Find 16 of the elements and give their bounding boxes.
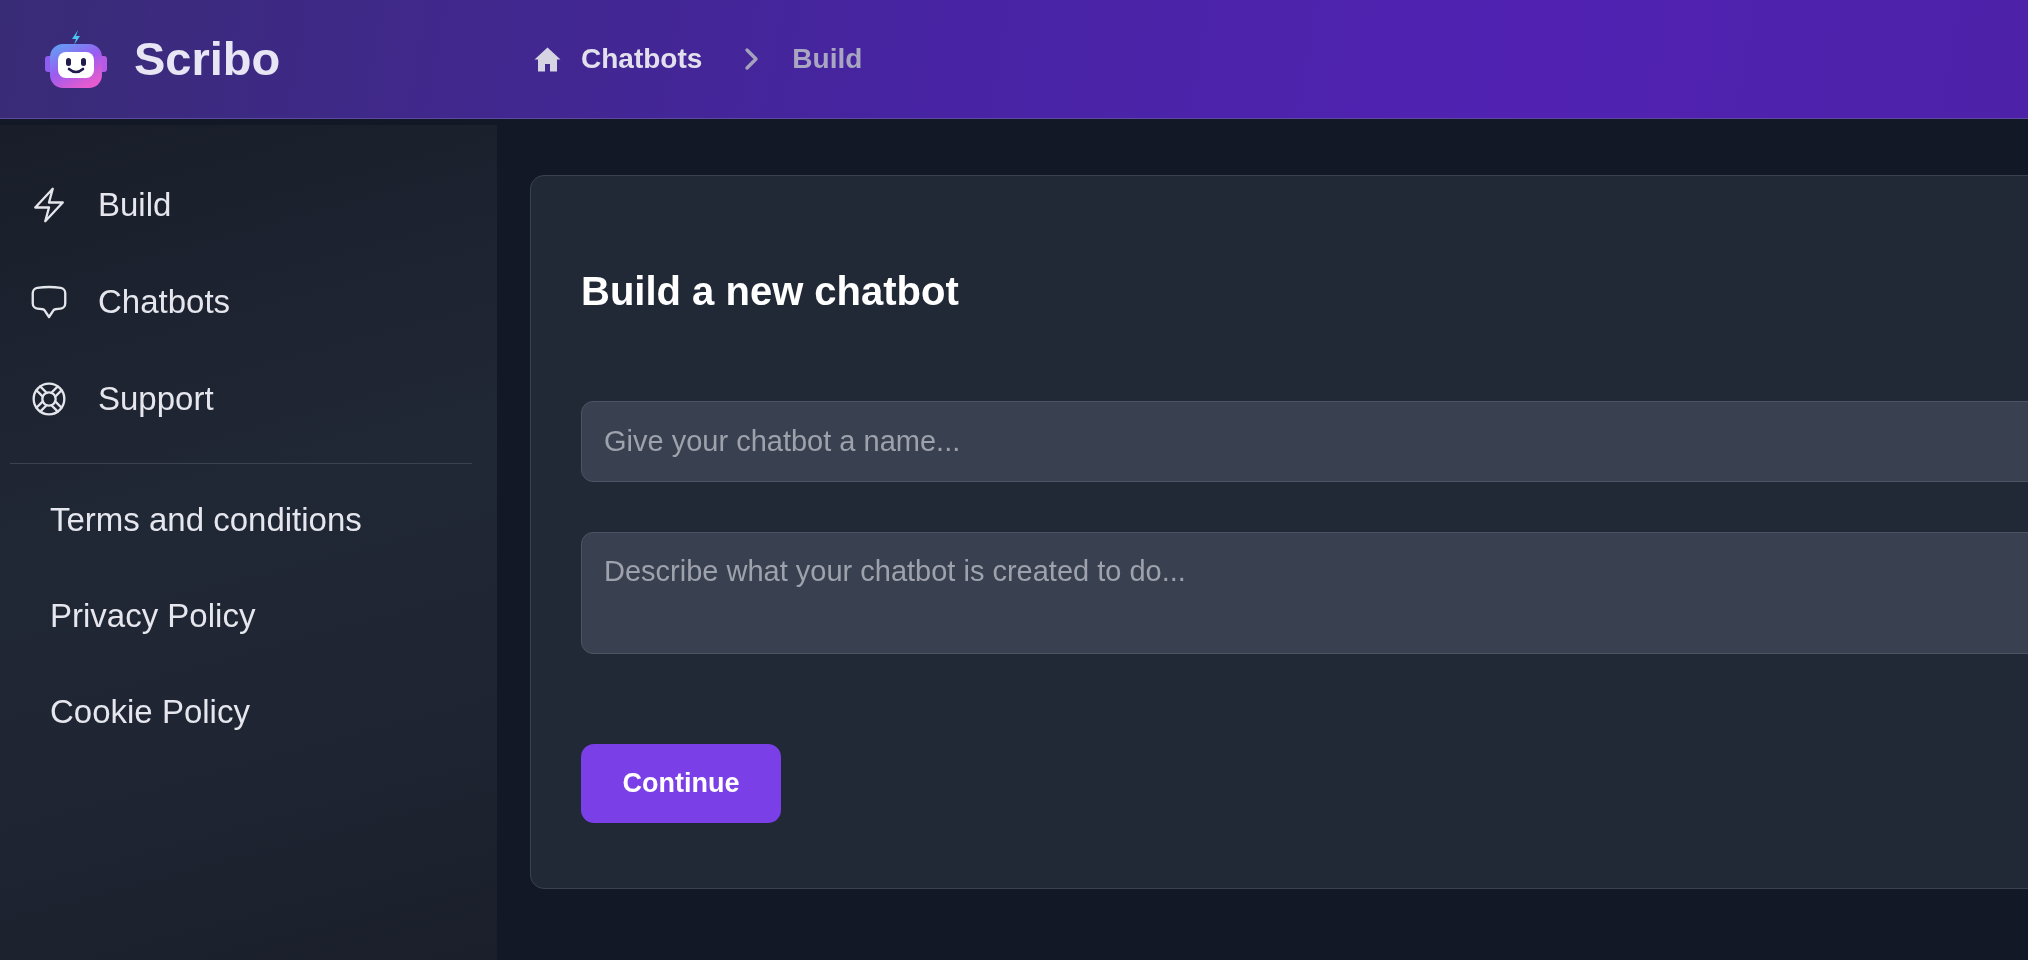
description-textarea[interactable]: Describe what your chatbot is created to do... [581,532,2028,654]
continue-button[interactable]: Continue [581,744,781,823]
home-icon[interactable] [534,46,561,72]
nav-item[interactable]: Chatbots [0,253,497,350]
form-title: Build a new chatbot [581,268,960,315]
chevron-right-icon [744,47,761,71]
breadcrumb-link[interactable]: Chatbots [581,42,703,76]
app-name: Scribo [134,31,281,87]
robot-logo-icon [45,30,107,88]
sidebar-link[interactable]: Cookie Policy [0,664,497,760]
sidebar-link[interactable]: Privacy Policy [0,568,497,664]
sidebar-link[interactable]: Terms and conditions [0,472,497,568]
breadcrumb-current: Build [792,42,863,76]
name-input[interactable]: Give your chatbot a name... [581,401,2028,482]
nav-item[interactable]: Build [0,156,497,253]
nav-item[interactable]: Support [0,350,497,447]
